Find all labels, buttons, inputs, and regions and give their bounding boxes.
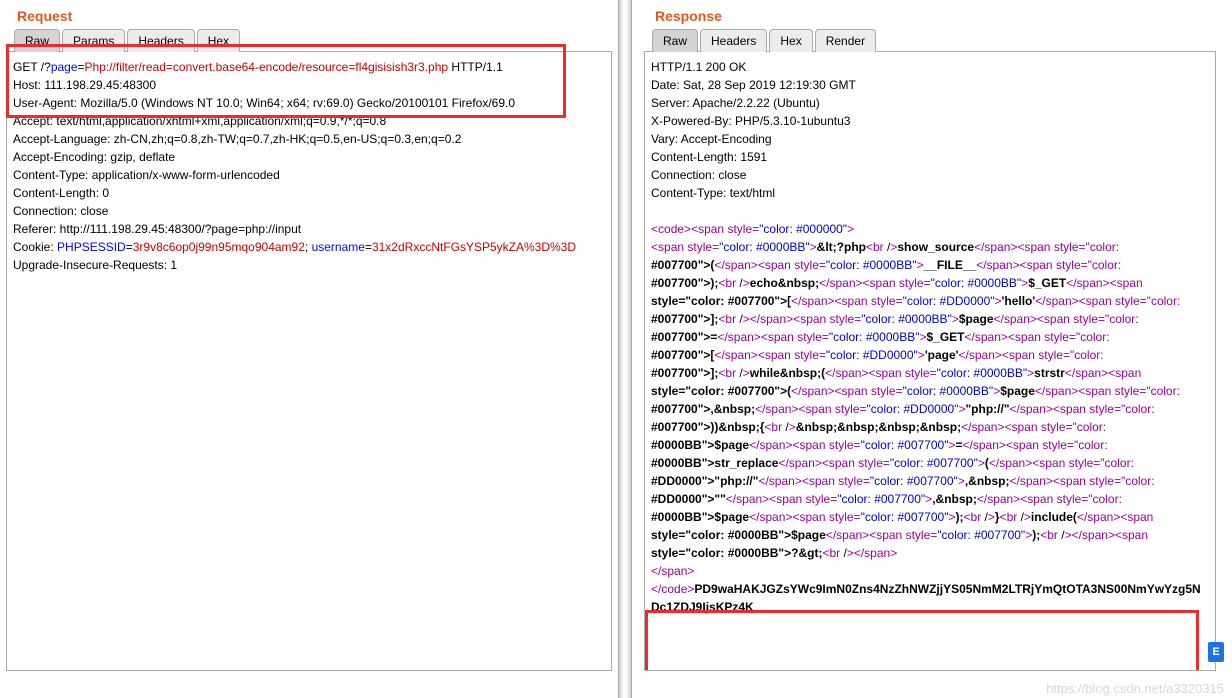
tab-raw[interactable]: Raw (14, 29, 60, 52)
cookie-label: Cookie: (13, 240, 57, 254)
cookie-v1: 3r9v8c6op0j99n95mqo904am92 (133, 240, 305, 254)
request-tab-bar: Raw Params Headers Hex (2, 29, 616, 52)
clen-resp-line: Content-Length: 1591 (651, 148, 1209, 166)
referer-line: Referer: http://111.198.29.45:48300/?pag… (13, 220, 605, 238)
tab-headers[interactable]: Headers (127, 29, 194, 52)
host-label: Host: (13, 78, 44, 92)
cookie-k1: PHPSESSID (57, 240, 126, 254)
conn-resp-line: Connection: close (651, 166, 1209, 184)
vary-line: Vary: Accept-Encoding (651, 130, 1209, 148)
tab-hex-resp[interactable]: Hex (769, 29, 812, 52)
cookie-k2: username (312, 240, 365, 254)
accept-line: Accept: text/html,application/xhtml+xml,… (13, 112, 605, 130)
accept-lang-line: Accept-Language: zh-CN,zh;q=0.8,zh-TW;q=… (13, 130, 605, 148)
cookie-v2: 31x2dRxccNtFGsYSP5ykZA%3D%3D (372, 240, 576, 254)
tab-raw-resp[interactable]: Raw (652, 29, 698, 52)
date-line: Date: Sat, 28 Sep 2019 12:19:30 GMT (651, 76, 1209, 94)
status-line: HTTP/1.1 200 OK (651, 58, 1209, 76)
eq: = (78, 60, 85, 74)
request-content[interactable]: GET /?page=Php://filter/read=convert.bas… (6, 51, 612, 671)
ctype-line: Content-Type: application/x-www-form-url… (13, 166, 605, 184)
tab-render-resp[interactable]: Render (815, 29, 876, 52)
param-value: Php://filter/read=convert.base64-encode/… (85, 60, 449, 74)
ua-line: User-Agent: Mozilla/5.0 (Windows NT 10.0… (13, 94, 605, 112)
xpow-line: X-Powered-By: PHP/5.3.10-1ubuntu3 (651, 112, 1209, 130)
accept-enc-line: Accept-Encoding: gzip, deflate (13, 148, 605, 166)
server-line: Server: Apache/2.2.22 (Ubuntu) (651, 94, 1209, 112)
split-divider[interactable] (618, 0, 632, 698)
ctype-resp-line: Content-Type: text/html (651, 184, 1209, 202)
html-body: <code><span style="color: #000000"><span… (651, 220, 1209, 616)
response-tab-bar: Raw Headers Hex Render (640, 29, 1220, 52)
http-method: GET (13, 60, 37, 74)
upgrade-line: Upgrade-Insecure-Requests: 1 (13, 256, 605, 274)
tab-params[interactable]: Params (62, 29, 125, 52)
clen-line: Content-Length: 0 (13, 184, 605, 202)
response-panel: Response Raw Headers Hex Render HTTP/1.1… (640, 0, 1220, 698)
request-panel: Request Raw Params Headers Hex GET /?pag… (2, 0, 616, 698)
response-title: Response (640, 0, 1220, 29)
tab-hex[interactable]: Hex (197, 29, 240, 52)
request-title: Request (2, 0, 616, 29)
param-name: page (51, 60, 78, 74)
conn-line: Connection: close (13, 202, 605, 220)
blue-indicator: E (1208, 642, 1224, 662)
tab-headers-resp[interactable]: Headers (700, 29, 767, 52)
http-protocol: HTTP/1.1 (448, 60, 503, 74)
response-highlight-box (645, 610, 1199, 671)
http-path-prefix: /? (41, 60, 51, 74)
host-value: 111.198.29.45:48300 (44, 78, 156, 92)
watermark: https://blog.csdn.net/a3320315 (1046, 681, 1224, 696)
response-content[interactable]: HTTP/1.1 200 OK Date: Sat, 28 Sep 2019 1… (644, 51, 1216, 671)
